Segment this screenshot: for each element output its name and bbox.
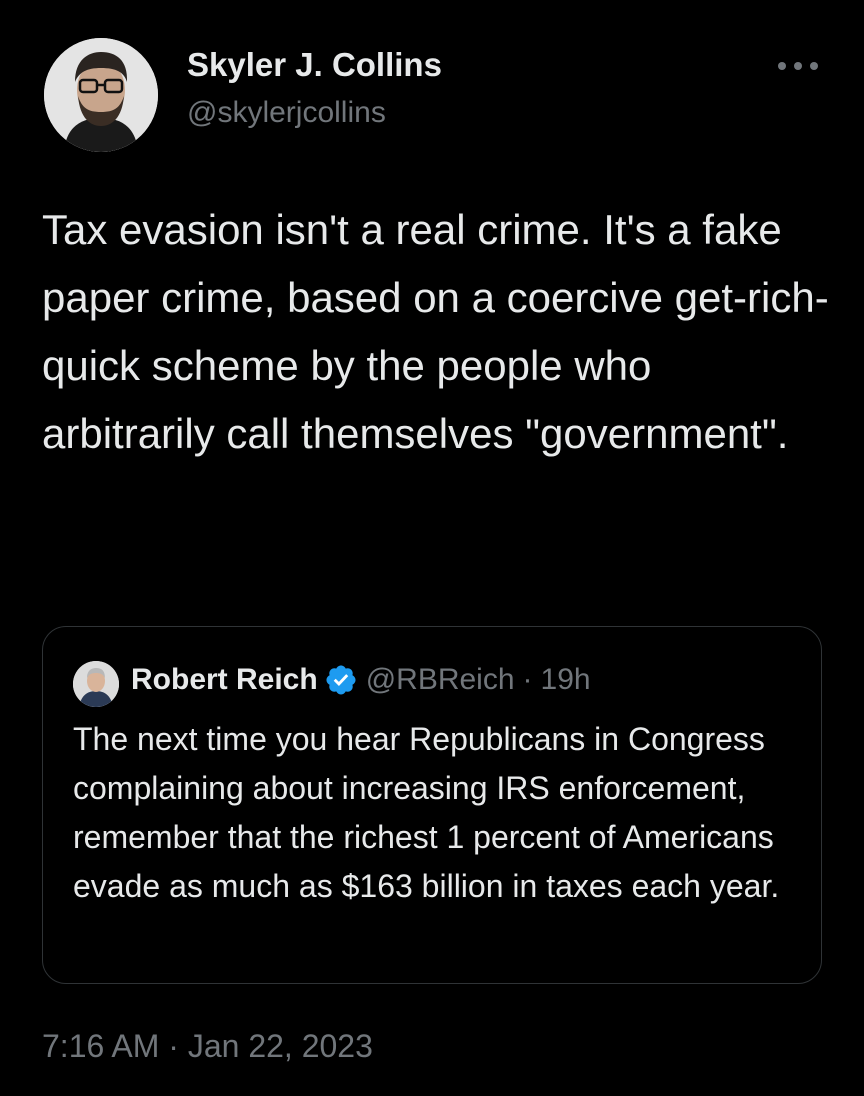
- author-handle[interactable]: @skylerjcollins: [187, 96, 386, 130]
- quoted-time[interactable]: 19h: [541, 663, 591, 697]
- tweet-text: Tax evasion isn't a real crime. It's a f…: [42, 206, 829, 457]
- author-name[interactable]: Skyler J. Collins: [187, 46, 442, 84]
- quoted-author-avatar-image: [73, 661, 119, 707]
- quoted-author-name[interactable]: Robert Reich: [131, 663, 318, 697]
- quoted-tweet-text: The next time you hear Republicans in Co…: [73, 721, 780, 904]
- author-avatar-image: [44, 38, 158, 152]
- quoted-tweet-header: Robert Reich @RBReich · 19h: [131, 663, 591, 697]
- author-avatar[interactable]: [44, 38, 158, 152]
- verified-badge-icon: [324, 663, 358, 697]
- tweet-timestamp[interactable]: 7:16 AM · Jan 22, 2023: [42, 1028, 373, 1065]
- quoted-author-handle[interactable]: @RBReich: [366, 663, 515, 697]
- more-options-button[interactable]: [768, 48, 828, 84]
- quoted-separator: ·: [522, 663, 533, 696]
- quoted-tweet-card[interactable]: Robert Reich @RBReich · 19h The next tim…: [42, 626, 822, 984]
- tweet: Skyler J. Collins @skylerjcollins Tax ev…: [0, 0, 864, 1096]
- quoted-author-avatar[interactable]: [73, 661, 119, 707]
- more-horizontal-icon: [778, 62, 818, 70]
